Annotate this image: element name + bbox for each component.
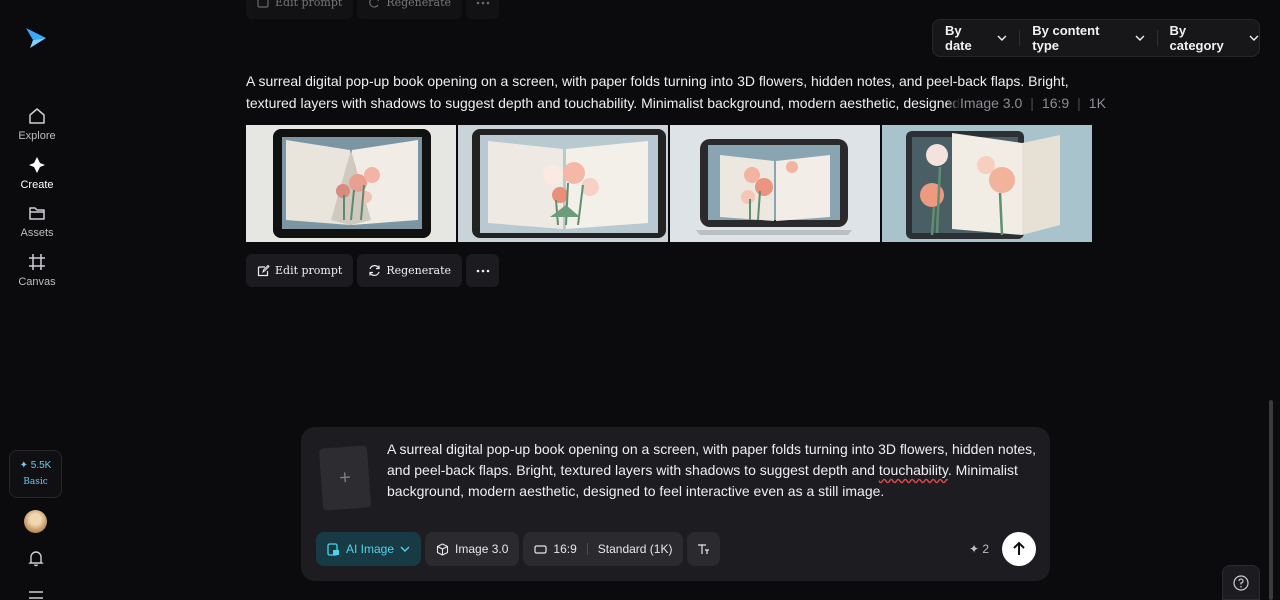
image-preview-4 [882,125,1092,242]
composer-toolbar: AI Image Image 3.0 16:9 Standard (1K) [316,532,721,566]
sidebar-item-assets[interactable]: Assets [0,203,74,239]
plus-icon: + [338,466,352,489]
mode-label: AI Image [346,542,395,556]
logo-icon[interactable] [24,26,48,50]
text-style-button[interactable] [687,532,721,566]
edit-prompt-label: Edit prompt [275,0,343,9]
mode-selector[interactable]: AI Image [316,532,422,566]
filter-bar: By date By content type By category [932,19,1260,57]
chevron-down-icon [1249,35,1259,41]
divider [1019,30,1021,46]
ratio-label: 16:9 [553,542,577,556]
generation-meta: Image 3.0 | 16:9 | 1K [946,92,1106,114]
more-icon [476,269,489,272]
more-options-button[interactable] [466,254,500,287]
frame-icon [29,254,45,270]
credits-amount: ✦ 5.5K [19,460,52,471]
model-label: Image 3.0 [455,542,509,556]
aspect-quality-selector[interactable]: 16:9 Standard (1K) [523,532,684,566]
resolution-label: 1K [1088,95,1106,111]
sidebar-item-label: Explore [18,130,56,142]
avatar[interactable] [24,510,47,533]
divider [586,543,588,555]
edit-icon [257,264,270,277]
send-button[interactable] [1002,532,1036,566]
more-options-button-prev[interactable] [466,0,500,19]
image-preview-1 [246,125,456,242]
chevron-down-icon [997,35,1007,41]
generated-image[interactable] [458,125,668,242]
sidebar-item-create[interactable]: Create [0,155,74,191]
sparkle-icon [29,157,45,173]
regenerate-label: Regenerate [386,264,452,277]
sidebar-item-explore[interactable]: Explore [0,106,74,142]
filter-by-date[interactable]: By date [945,23,1007,53]
help-icon [1233,574,1249,591]
filter-by-category[interactable]: By category [1170,23,1259,53]
generated-image[interactable] [670,125,880,242]
chevron-down-icon [1135,35,1145,41]
more-icon [476,1,489,4]
help-button[interactable] [1222,565,1260,600]
chevron-down-icon [400,546,410,552]
menu-icon[interactable] [29,591,43,600]
prompt-input[interactable]: A surreal digital pop-up book opening on… [387,439,1037,502]
edit-prompt-button[interactable]: Edit prompt [246,254,354,287]
plan-label: Basic [23,477,48,487]
arrow-up-icon [1013,541,1025,555]
bell-icon[interactable] [27,549,45,567]
filter-by-content-type[interactable]: By content type [1032,23,1145,53]
generated-image[interactable] [882,125,1092,242]
ratio-label: 16:9 [1041,95,1070,111]
generation-actions: Edit prompt Regenerate [246,254,500,287]
sidebar-item-canvas[interactable]: Canvas [0,252,74,288]
generated-image[interactable] [246,125,456,242]
edit-icon [257,0,269,8]
regenerate-button[interactable]: Regenerate [357,254,463,287]
home-icon [29,108,45,124]
model-label: Image 3.0 [960,95,1023,111]
image-preview-3 [670,125,880,242]
sidebar-item-label: Create [20,179,54,191]
edit-prompt-label: Edit prompt [275,264,343,277]
regenerate-label: Regenerate [386,0,452,9]
refresh-icon [369,265,380,276]
image-icon [327,542,339,556]
generated-images [246,125,1092,242]
folder-icon [29,207,45,220]
filter-label: By content type [1032,23,1100,53]
previous-item-actions: Edit prompt Regenerate [246,0,500,19]
aspect-ratio-icon [534,544,548,554]
sidebar-item-label: Canvas [18,276,56,288]
refresh-icon [369,0,380,8]
credits-badge[interactable]: ✦ 5.5K Basic [9,450,62,498]
prompt-composer: + A surreal digital pop-up book opening … [301,427,1050,581]
misspelled-word: touchability [878,462,948,478]
sidebar: Explore Create Assets Canvas ✦ 5.5K Basi… [0,0,74,600]
filter-label: By category [1169,23,1224,53]
image-preview-2 [458,125,668,242]
edit-prompt-button-prev[interactable]: Edit prompt [246,0,354,19]
generation-cost: ✦ 2 [969,542,990,556]
divider [1156,30,1158,46]
reference-image-upload[interactable]: + [318,445,372,511]
sidebar-item-label: Assets [20,227,54,239]
regenerate-button-prev[interactable]: Regenerate [357,0,463,19]
quality-label: Standard (1K) [597,542,673,556]
scrollbar[interactable] [1269,400,1273,600]
text-format-icon [698,543,710,554]
cube-icon [436,542,449,556]
model-selector[interactable]: Image 3.0 [425,532,520,566]
filter-label: By date [945,23,972,53]
